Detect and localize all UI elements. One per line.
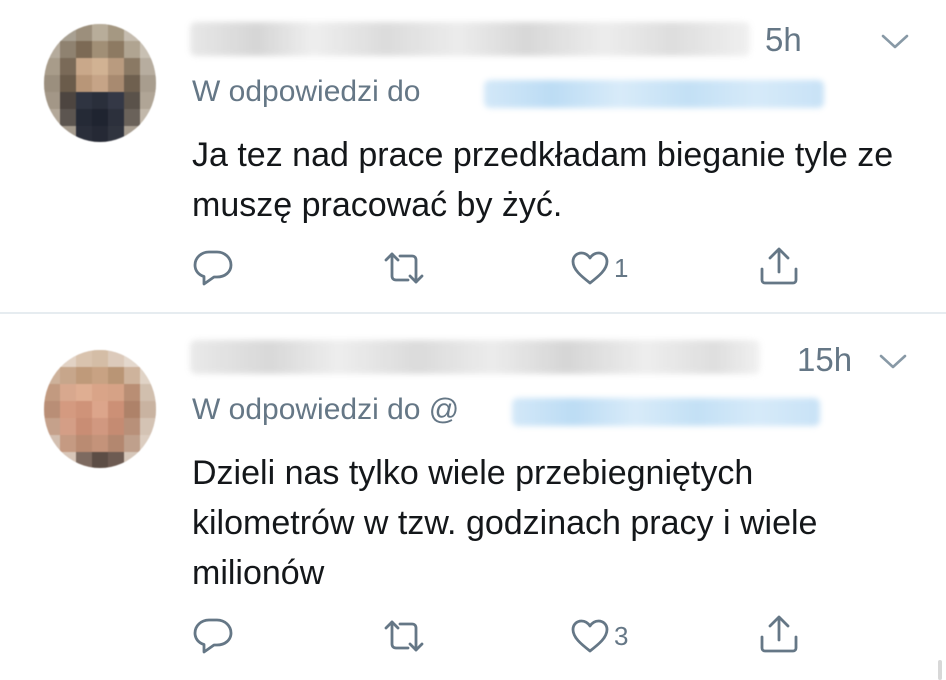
chevron-down-icon[interactable]	[878, 350, 908, 372]
tweet[interactable]: 5h W odpowiedzi do Ja tez nad prace prze…	[0, 0, 946, 313]
timestamp[interactable]: 15h	[797, 340, 852, 380]
chevron-down-icon[interactable]	[880, 30, 910, 52]
like-icon	[570, 250, 610, 286]
tweet-text: Ja tez nad prace przedkładam bieganie ty…	[192, 136, 894, 224]
avatar[interactable]	[44, 24, 156, 142]
share-icon	[758, 245, 800, 287]
reply-to-handle-redacted[interactable]	[484, 80, 824, 108]
retweet-icon	[382, 617, 426, 655]
share-button[interactable]	[758, 246, 800, 286]
timestamp[interactable]: 5h	[765, 20, 802, 60]
reply-icon	[192, 617, 234, 655]
author-name-redacted[interactable]	[190, 22, 750, 56]
reply-to-handle-redacted[interactable]	[512, 398, 820, 426]
retweet-icon	[382, 249, 426, 287]
reply-to-label: W odpowiedzi do	[192, 75, 421, 108]
share-icon	[758, 613, 800, 655]
reply-icon	[192, 249, 234, 287]
like-count: 1	[614, 253, 629, 283]
scrollbar[interactable]	[938, 660, 942, 680]
like-button[interactable]: 3	[570, 616, 628, 656]
reply-button[interactable]	[192, 248, 234, 288]
like-button[interactable]: 1	[570, 248, 628, 288]
tweet-text: Dzieli nas tylko wiele przebiegniętych k…	[192, 454, 818, 592]
like-icon	[570, 618, 610, 654]
tweet[interactable]: 15h W odpowiedzi do @ Dzieli nas tylko w…	[0, 314, 946, 680]
author-name-redacted[interactable]	[190, 340, 760, 374]
like-count: 3	[614, 621, 629, 651]
retweet-button[interactable]	[382, 616, 426, 656]
share-button[interactable]	[758, 614, 800, 654]
avatar[interactable]	[44, 350, 156, 468]
reply-button[interactable]	[192, 616, 234, 656]
retweet-button[interactable]	[382, 248, 426, 288]
reply-to-label: W odpowiedzi do @	[192, 393, 460, 426]
